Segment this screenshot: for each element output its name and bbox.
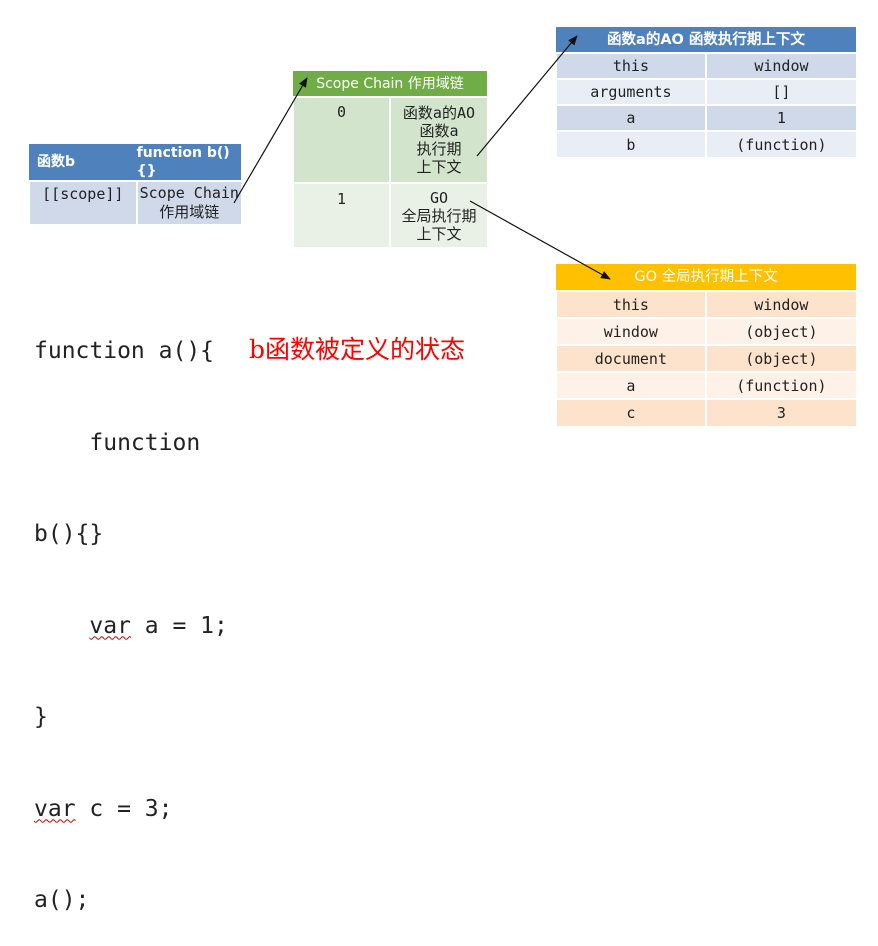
arrows-layer bbox=[233, 35, 611, 280]
code-line-4: var a = 1; bbox=[34, 611, 228, 642]
code-line-6-rest: c = 3; bbox=[75, 795, 173, 822]
code-line-6: var c = 3; bbox=[34, 794, 228, 825]
code-line-4-indent bbox=[34, 613, 89, 639]
code-line-7: a(); bbox=[34, 887, 90, 913]
var-keyword-squiggle-2: var bbox=[34, 795, 76, 822]
code-line-3: b(){} bbox=[34, 521, 104, 547]
var-keyword-squiggle: var bbox=[89, 612, 131, 639]
code-line-4-rest: a = 1; bbox=[130, 612, 228, 639]
arrow-chain0-to-ao bbox=[476, 35, 578, 157]
arrow-b-scope-to-chain bbox=[233, 77, 308, 204]
arrow-chain1-to-go bbox=[469, 200, 611, 280]
code-line-5: } bbox=[34, 704, 48, 730]
